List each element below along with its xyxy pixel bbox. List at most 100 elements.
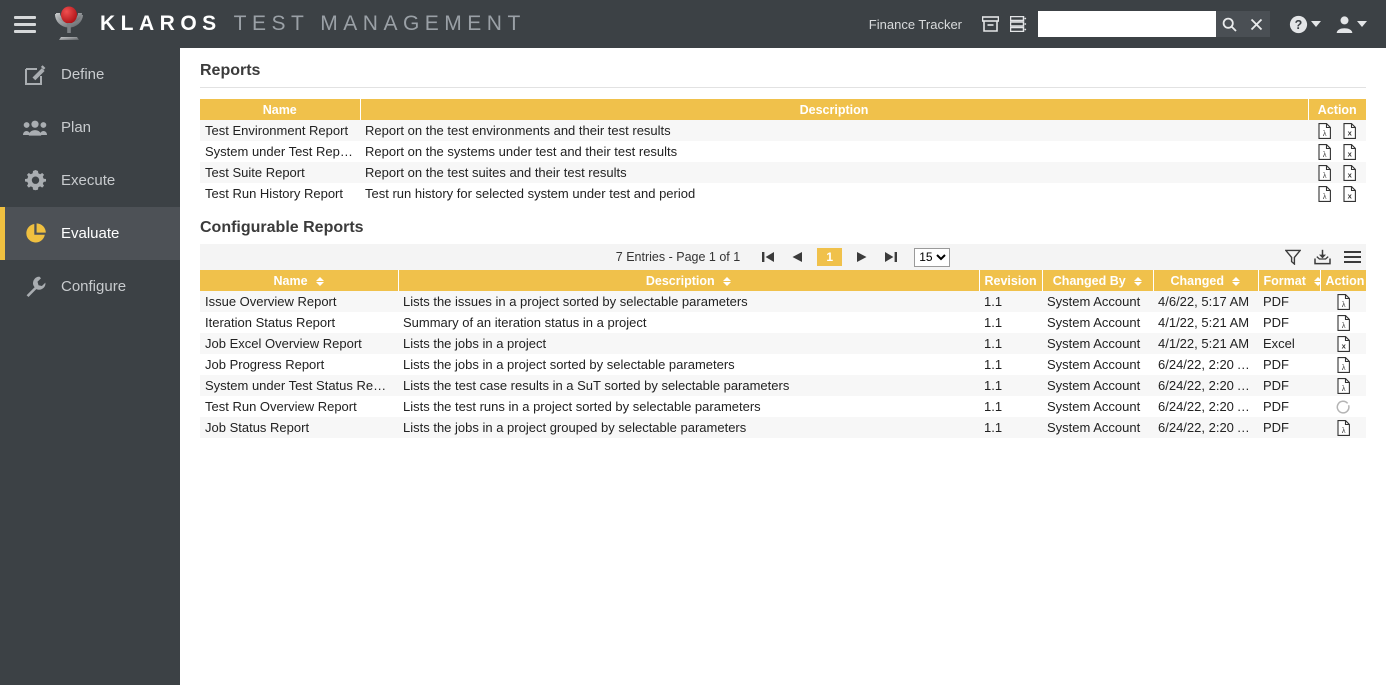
reports-title: Reports [200,62,1366,87]
excel-file-icon[interactable]: x [1343,123,1356,139]
last-page-button[interactable] [882,248,900,266]
chevron-down-icon [1357,21,1367,27]
cell-action: λ [1320,375,1366,396]
search-submit-button[interactable] [1216,11,1243,37]
table-row[interactable]: Iteration Status Report Summary of an it… [200,312,1366,333]
sidebar-item-evaluate[interactable]: Evaluate [0,207,180,260]
cell-changed-by[interactable]: System Account [1042,291,1153,312]
svg-text:λ: λ [1341,300,1345,309]
page-size-select[interactable]: 15 [914,248,950,267]
brand-secondary: TEST MANAGEMENT [234,12,526,36]
hamburger-menu-icon[interactable] [14,16,36,33]
table-row[interactable]: Test Suite Report Report on the test sui… [200,162,1366,183]
filter-funnel-icon[interactable] [1285,249,1301,265]
pdf-file-icon[interactable]: λ [1337,378,1350,394]
edit-square-icon [23,63,47,87]
table-row[interactable]: Job Excel Overview Report Lists the jobs… [200,333,1366,354]
pdf-file-icon[interactable]: λ [1337,420,1350,436]
user-menu-button[interactable] [1328,0,1374,48]
cell-description: Report on the test environments and thei… [360,120,1308,141]
search-clear-button[interactable] [1243,11,1270,37]
cell-changed-by[interactable]: System Account [1042,354,1153,375]
cell-actions: λ x [1308,120,1366,141]
search-input[interactable] [1038,11,1216,37]
svg-text:λ: λ [1341,384,1345,393]
column-header-action: Action [1308,99,1366,120]
table-row[interactable]: Issue Overview Report Lists the issues i… [200,291,1366,312]
table-row[interactable]: Job Progress Report Lists the jobs in a … [200,354,1366,375]
sidebar-item-execute[interactable]: Execute [0,154,180,207]
pdf-file-icon[interactable]: λ [1318,123,1331,139]
sort-indicator-icon [1314,277,1320,286]
list-menu-icon[interactable] [1344,251,1361,263]
header-actions: Finance Tracker [869,0,1386,48]
column-header-description[interactable]: Description [360,99,1308,120]
column-header-description[interactable]: Description [398,270,979,291]
table-row[interactable]: System under Test Report Report on the s… [200,141,1366,162]
cell-action: x [1320,333,1366,354]
table-row[interactable]: System under Test Status Report Lists th… [200,375,1366,396]
current-project-name[interactable]: Finance Tracker [869,17,962,32]
cell-changed-by[interactable]: System Account [1042,312,1153,333]
sidebar-item-plan[interactable]: Plan [0,101,180,154]
column-header-name[interactable]: Name [200,270,398,291]
column-header-changed[interactable]: Changed [1153,270,1258,291]
brand-title: KLAROS TEST MANAGEMENT [100,12,526,36]
sidebar-item-configure[interactable]: Configure [0,260,180,313]
cell-actions: λ x [1308,141,1366,162]
first-page-button[interactable] [759,248,777,266]
archive-box-icon[interactable] [976,0,1004,48]
excel-file-icon[interactable]: x [1337,336,1350,352]
pdf-file-icon[interactable]: λ [1337,294,1350,310]
table-row[interactable]: Test Run Overview Report Lists the test … [200,396,1366,417]
svg-text:λ: λ [1323,129,1327,138]
cell-format: PDF [1258,396,1320,417]
cell-name: Job Excel Overview Report [200,333,398,354]
table-header-row: Name Description Revision Changed By Cha… [200,270,1366,291]
cell-changed: 6/24/22, 2:20 AM [1153,396,1258,417]
header-label: Format [1264,274,1306,288]
cell-changed-by[interactable]: System Account [1042,333,1153,354]
cell-name: Job Progress Report [200,354,398,375]
chevron-down-icon [1311,21,1321,27]
excel-file-icon[interactable]: x [1343,186,1356,202]
table-row[interactable]: Test Environment Report Report on the te… [200,120,1366,141]
close-x-icon [1250,18,1263,31]
cell-description: Lists the jobs in a project [398,333,979,354]
global-search [1038,9,1270,39]
cell-action: λ [1320,354,1366,375]
table-row[interactable]: Test Run History Report Test run history… [200,183,1366,204]
cell-revision: 1.1 [979,333,1042,354]
column-header-changed-by[interactable]: Changed By [1042,270,1153,291]
download-tray-icon[interactable] [1314,249,1331,265]
next-page-button[interactable] [853,248,871,266]
excel-file-icon[interactable]: x [1343,165,1356,181]
users-group-icon [23,116,47,140]
column-header-name[interactable]: Name [200,99,360,120]
cell-changed-by[interactable]: System Account [1042,375,1153,396]
cell-actions: λ x [1308,183,1366,204]
pdf-file-icon[interactable]: λ [1318,165,1331,181]
column-header-format[interactable]: Format [1258,270,1320,291]
configurable-reports-table: Name Description Revision Changed By Cha… [200,270,1366,438]
table-row[interactable]: Job Status Report Lists the jobs in a pr… [200,417,1366,438]
sidebar-item-define[interactable]: Define [0,48,180,101]
gear-icon [23,169,47,193]
first-page-icon [761,250,775,264]
pdf-file-icon[interactable]: λ [1337,315,1350,331]
prev-page-icon [790,250,804,264]
cell-format: PDF [1258,375,1320,396]
sidebar-item-label: Evaluate [61,225,119,242]
cell-changed-by[interactable]: System Account [1042,417,1153,438]
server-stack-icon[interactable] [1004,0,1032,48]
pdf-file-icon[interactable]: λ [1318,144,1331,160]
help-menu-button[interactable]: ? [1282,0,1328,48]
pdf-file-icon[interactable]: λ [1337,357,1350,373]
cell-changed-by[interactable]: System Account [1042,396,1153,417]
cell-description: Lists the issues in a project sorted by … [398,291,979,312]
column-header-revision[interactable]: Revision [979,270,1042,291]
prev-page-button[interactable] [788,248,806,266]
excel-file-icon[interactable]: x [1343,144,1356,160]
current-page-button[interactable]: 1 [817,248,842,266]
pdf-file-icon[interactable]: λ [1318,186,1331,202]
